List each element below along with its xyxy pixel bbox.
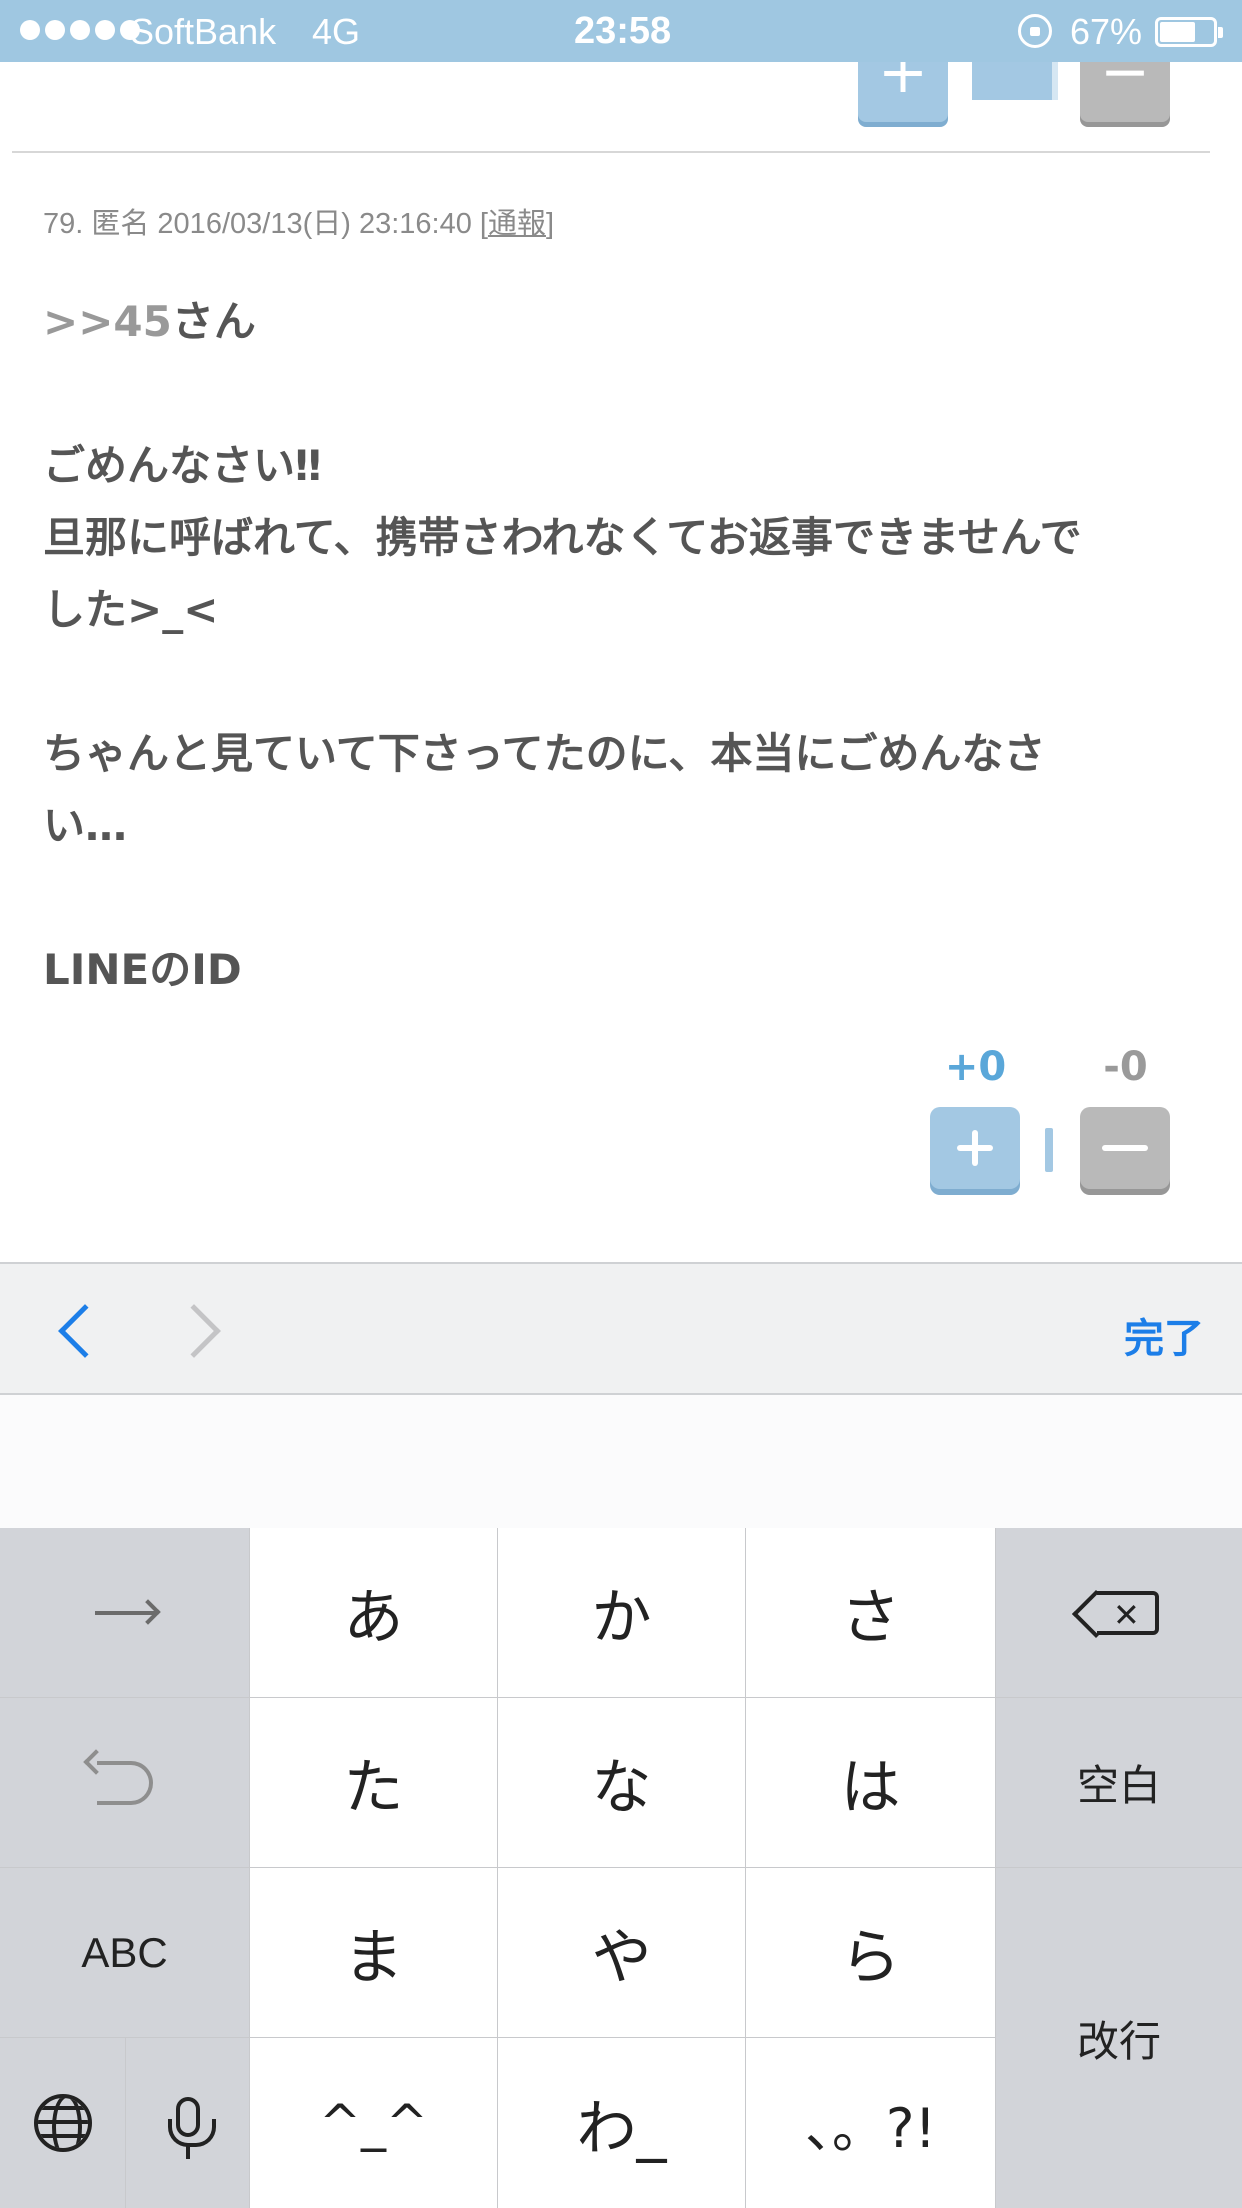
key-punctuation[interactable]: 、。?! — [746, 2038, 996, 2208]
next-candidate-key[interactable] — [0, 1528, 250, 1698]
post-line: ごめんなさい‼ — [43, 441, 322, 490]
candidate-bar — [0, 1395, 1242, 1528]
post-line — [43, 862, 1193, 934]
reply-anchor-link[interactable]: >>45 — [43, 297, 172, 346]
post-meta-info: 79. 匿名 2016/03/13(日) 23:16:40 [ — [43, 208, 488, 240]
previous-vote-bar — [972, 62, 1052, 100]
abc-key[interactable]: ABC — [0, 1868, 250, 2038]
undo-icon — [96, 1760, 153, 1805]
carrier-label: SoftBank — [130, 11, 277, 52]
key-wa[interactable]: わ_ — [498, 2038, 746, 2208]
key-ya[interactable]: や — [498, 1868, 746, 2038]
input-accessory-bar: 完了 — [0, 1262, 1242, 1395]
previous-plus-button[interactable]: + — [858, 62, 948, 122]
previous-field-chevron-left-icon[interactable] — [58, 1304, 112, 1358]
kana-keyboard: あ か さ た な は 空白 ABC ま や ら 改行 ^_^ わ_ 、。?! — [0, 1528, 1242, 2208]
clock: 23:58 — [574, 10, 672, 52]
battery-fill — [1160, 22, 1195, 42]
post-meta-close: ] — [545, 208, 555, 240]
signal-strength-icon — [20, 20, 140, 40]
key-sa[interactable]: さ — [746, 1528, 996, 1698]
plus-vote-count: +0 — [944, 1044, 1007, 1090]
post-line: LINEのID — [43, 945, 242, 994]
arrow-right-icon — [94, 1610, 155, 1615]
globe-icon — [33, 2094, 92, 2152]
battery-percentage: 67% — [1070, 11, 1143, 52]
dictation-key[interactable] — [126, 2038, 250, 2208]
minus-vote-button[interactable] — [1080, 1107, 1170, 1189]
key-ta[interactable]: た — [250, 1698, 498, 1868]
done-button[interactable]: 完了 — [1124, 1306, 1204, 1364]
post-divider — [12, 151, 1210, 153]
plus-vote-button[interactable] — [930, 1107, 1020, 1189]
post-line: 旦那に呼ばれて、携帯さわれなくてお返事できませんで — [43, 513, 1082, 562]
screen: SoftBank 4G 23:58 67% + − 79. 匿名 2016/03… — [0, 0, 1242, 2208]
key-a[interactable]: あ — [250, 1528, 498, 1698]
next-field-chevron-right-icon[interactable] — [167, 1304, 221, 1358]
key-ra[interactable]: ら — [746, 1868, 996, 2038]
return-key[interactable]: 改行 — [996, 1868, 1242, 2208]
key-emoticon[interactable]: ^_^ — [250, 2038, 498, 2208]
network-type: 4G — [312, 11, 361, 52]
minus-icon — [1102, 1145, 1148, 1151]
battery-icon — [1155, 17, 1223, 47]
space-key[interactable]: 空白 — [996, 1698, 1242, 1868]
status-bar: SoftBank 4G 23:58 67% — [0, 0, 1242, 62]
globe-key[interactable] — [0, 2038, 126, 2208]
key-ha[interactable]: は — [746, 1698, 996, 1868]
backspace-key[interactable] — [996, 1528, 1242, 1698]
backspace-icon — [1097, 1590, 1159, 1637]
post-line: ちゃんと見ていて下さってたのに、本当にごめんなさ — [43, 729, 1046, 778]
key-na[interactable]: な — [498, 1698, 746, 1868]
post-body: >>45さん ごめんなさい‼ 旦那に呼ばれて、携帯さわれなくてお返事できませんで… — [43, 286, 1193, 1006]
key-ma[interactable]: ま — [250, 1868, 498, 2038]
vote-ratio-bar — [1045, 1128, 1053, 1172]
rotation-lock-icon — [1018, 14, 1052, 48]
post-line: い… — [43, 801, 128, 850]
post-line: した>_< — [43, 585, 219, 634]
post-line — [43, 646, 1193, 718]
key-ka[interactable]: か — [498, 1528, 746, 1698]
report-link[interactable]: 通報 — [488, 208, 546, 240]
microphone-icon — [167, 2097, 216, 2159]
previous-post-votes: + − — [0, 62, 1242, 122]
post-line: さん — [171, 297, 256, 346]
undo-key[interactable] — [0, 1698, 250, 1868]
minus-vote-count: -0 — [1103, 1044, 1148, 1090]
previous-minus-button[interactable]: − — [1080, 62, 1170, 122]
post-line — [43, 358, 1193, 430]
post-meta: 79. 匿名 2016/03/13(日) 23:16:40 [通報] — [43, 200, 554, 242]
